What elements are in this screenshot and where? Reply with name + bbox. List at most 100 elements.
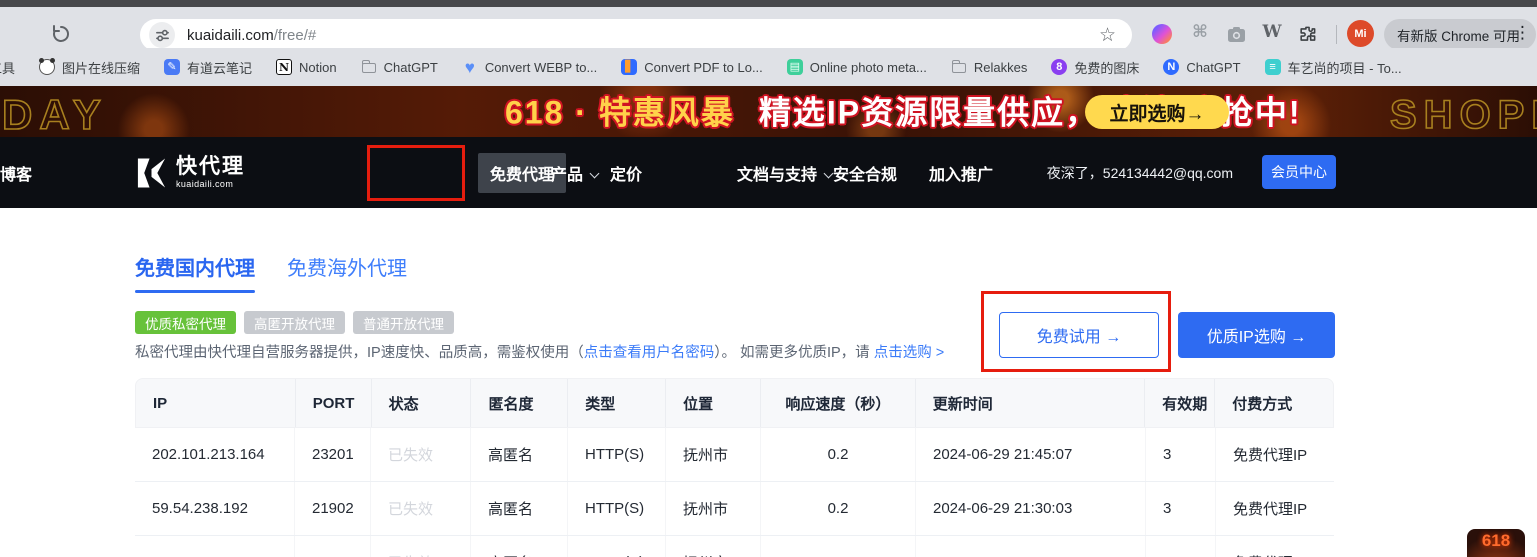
- profile-avatar[interactable]: Mi: [1347, 20, 1374, 47]
- main-content: 免费国内代理 免费海外代理 优质私密代理高匿开放代理普通开放代理 私密代理由快代理…: [0, 208, 1537, 557]
- nav-menu-item[interactable]: 加入推广: [929, 161, 993, 185]
- nav-menu-item[interactable]: 定价: [610, 161, 642, 185]
- site-settings-icon[interactable]: [149, 22, 175, 48]
- table-cell: 抚州市: [666, 428, 761, 481]
- table-body: 202.101.213.16423201已失效高匿名HTTP(S)抚州市0.22…: [135, 428, 1334, 557]
- bookmark-item[interactable]: 图片在线压缩: [39, 58, 140, 77]
- folder-icon: [951, 59, 967, 75]
- bookmark-item[interactable]: ▋ Convert PDF to Lo...: [621, 59, 763, 75]
- bookmark-label: 车艺尚的项目 - To...: [1288, 58, 1402, 77]
- bookmark-item[interactable]: ✎ 有道云笔记: [164, 58, 252, 77]
- url-path: /free/#: [274, 27, 317, 44]
- table-cell: 21902: [295, 482, 371, 535]
- kuaidaili-logo-icon: [135, 155, 168, 191]
- proxy-type-badge[interactable]: 普通开放代理: [353, 311, 454, 334]
- column-header: 类型: [568, 379, 666, 427]
- free-trial-button[interactable]: 免费试用 →: [999, 312, 1159, 358]
- column-header: IP: [136, 379, 296, 427]
- wikipedia-extension-icon[interactable]: W: [1262, 22, 1282, 42]
- screenshot-extension-icon[interactable]: [1226, 24, 1246, 44]
- table-cell: HTTP(S): [568, 482, 666, 535]
- bookmark-label: Online photo meta...: [810, 60, 927, 75]
- table-cell: 免费代理IP: [1216, 482, 1334, 535]
- nav-menu-item[interactable]: 安全合规: [833, 161, 897, 185]
- promo-banner[interactable]: DAY 618 · 特惠风暴 精选IP资源限量供应， 4折 起疯抢中! 立即选购…: [0, 86, 1537, 137]
- table-cell: 高匿名: [471, 428, 568, 481]
- table-cell: 免费代理IP: [1216, 536, 1334, 557]
- ai-extension-icon[interactable]: [1152, 24, 1172, 44]
- proxy-table: IPPORT状态匿名度类型位置响应速度（秒）更新时间有效期付费方式 202.10…: [135, 378, 1334, 557]
- site-logo[interactable]: 快代理 kuaidaili.com: [135, 155, 245, 191]
- bookmark-label: Convert WEBP to...: [485, 60, 597, 75]
- nav-menu-item[interactable]: 文档与支持: [737, 161, 832, 185]
- table-cell: 已失效: [371, 482, 471, 535]
- banner-cta-button[interactable]: 立即选购→: [1085, 95, 1229, 129]
- bookmark-label: ChatGPT: [384, 60, 438, 75]
- nav-menu-item[interactable]: 博客: [0, 161, 32, 185]
- project-icon: ≡: [1265, 59, 1281, 75]
- proxy-type-badge[interactable]: 高匿开放代理: [244, 311, 345, 334]
- bookmark-item[interactable]: ▤ Online photo meta...: [787, 59, 927, 75]
- bookmarks-bar: 工具 图片在线压缩 ✎ 有道云笔记 N Notion ChatGPT ♥ Con…: [0, 48, 1537, 86]
- chatgpt-icon: N: [1163, 59, 1179, 75]
- panda-icon: [39, 59, 55, 75]
- extensions-puzzle-icon[interactable]: [1297, 24, 1317, 44]
- floating-badge-label: 618: [1482, 531, 1510, 557]
- column-header: 更新时间: [916, 379, 1146, 427]
- proxy-type-badge[interactable]: 优质私密代理: [135, 311, 236, 334]
- table-cell: 115.223.31.120: [135, 536, 295, 557]
- table-cell: 0.2: [761, 482, 916, 535]
- banner-left-outline-text: DAY: [2, 91, 108, 137]
- bookmark-star-icon[interactable]: ☆: [1099, 24, 1116, 47]
- member-center-button[interactable]: 会员中心: [1262, 155, 1336, 189]
- bookmark-item[interactable]: ♥ Convert WEBP to...: [462, 59, 597, 75]
- table-cell: HTTP(S): [568, 536, 666, 557]
- table-cell: 已失效: [371, 428, 471, 481]
- table-cell: 202.101.213.164: [135, 428, 295, 481]
- proxy-description: 私密代理由快代理自营服务器提供，IP速度快、品质高，需鉴权使用（点击查看用户名密…: [135, 342, 944, 364]
- description-text: ）。 如需更多优质IP，请: [714, 345, 874, 361]
- proxy-type-badges: 优质私密代理高匿开放代理普通开放代理: [135, 311, 454, 334]
- url-bar[interactable]: kuaidaili.com/free/# ☆: [140, 19, 1132, 51]
- floating-618-badge[interactable]: 618: [1467, 529, 1525, 557]
- column-header: 响应速度（秒）: [761, 379, 916, 427]
- column-header: 付费方式: [1215, 379, 1333, 427]
- bookmark-item[interactable]: Relakkes: [951, 59, 1027, 75]
- reload-button[interactable]: [50, 23, 72, 45]
- proxy-tab[interactable]: 免费国内代理: [135, 252, 255, 281]
- chrome-update-pill[interactable]: 有新版 Chrome 可用 ⋮: [1384, 19, 1536, 50]
- table-cell: 高匿名: [471, 536, 568, 557]
- bookmark-item[interactable]: 8 免费的图床: [1051, 58, 1139, 77]
- command-extension-icon[interactable]: ⌘: [1190, 22, 1210, 42]
- page: kuaidaili.com/free/# ☆ ⌘ W Mi 有新版 Chrome…: [0, 0, 1537, 557]
- bookmark-item[interactable]: N Notion: [276, 59, 337, 75]
- text-link[interactable]: 点击查看用户名密码: [584, 345, 715, 361]
- logo-title: 快代理: [176, 156, 245, 177]
- bookmark-item[interactable]: 工具: [0, 58, 15, 77]
- table-cell: 2024-06-29 21:45:07: [916, 428, 1146, 481]
- column-header: 有效期: [1145, 379, 1215, 427]
- youdao-note-icon: ✎: [164, 59, 180, 75]
- text-link[interactable]: 点击选购 >: [874, 345, 945, 361]
- bookmark-label: Convert PDF to Lo...: [644, 60, 763, 75]
- buy-premium-ip-button[interactable]: 优质IP选购 →: [1178, 312, 1335, 358]
- table-cell: 3: [1146, 428, 1216, 481]
- banner-right-outline-text: SHOPPING: [1390, 93, 1537, 137]
- proxy-tab[interactable]: 免费海外代理: [287, 252, 407, 281]
- nav-menu-item[interactable]: 产品: [551, 161, 598, 185]
- table-cell: 2024-06-29 21:30:03: [916, 482, 1146, 535]
- toolbar-divider: [1336, 25, 1337, 44]
- table-cell: 21263: [295, 536, 371, 557]
- bookmark-item[interactable]: ≡ 车艺尚的项目 - To...: [1265, 58, 1402, 77]
- banner-headline-white: 精选IP资源限量供应，: [759, 87, 1099, 133]
- table-cell: 0.3: [761, 536, 916, 557]
- logo-domain: kuaidaili.com: [176, 180, 245, 189]
- table-cell: 抚州市: [666, 482, 761, 535]
- url-text: kuaidaili.com/free/#: [187, 27, 316, 44]
- bookmark-item[interactable]: ChatGPT: [361, 59, 438, 75]
- menu-dots-icon[interactable]: ⋮: [1514, 23, 1531, 43]
- bookmark-item[interactable]: N ChatGPT: [1163, 59, 1240, 75]
- table-cell: 2024-06-29 21:15:05: [916, 536, 1146, 557]
- column-header: 位置: [666, 379, 761, 427]
- description-text: 私密代理由快代理自营服务器提供，IP速度快、品质高，需鉴权使用（: [135, 345, 584, 361]
